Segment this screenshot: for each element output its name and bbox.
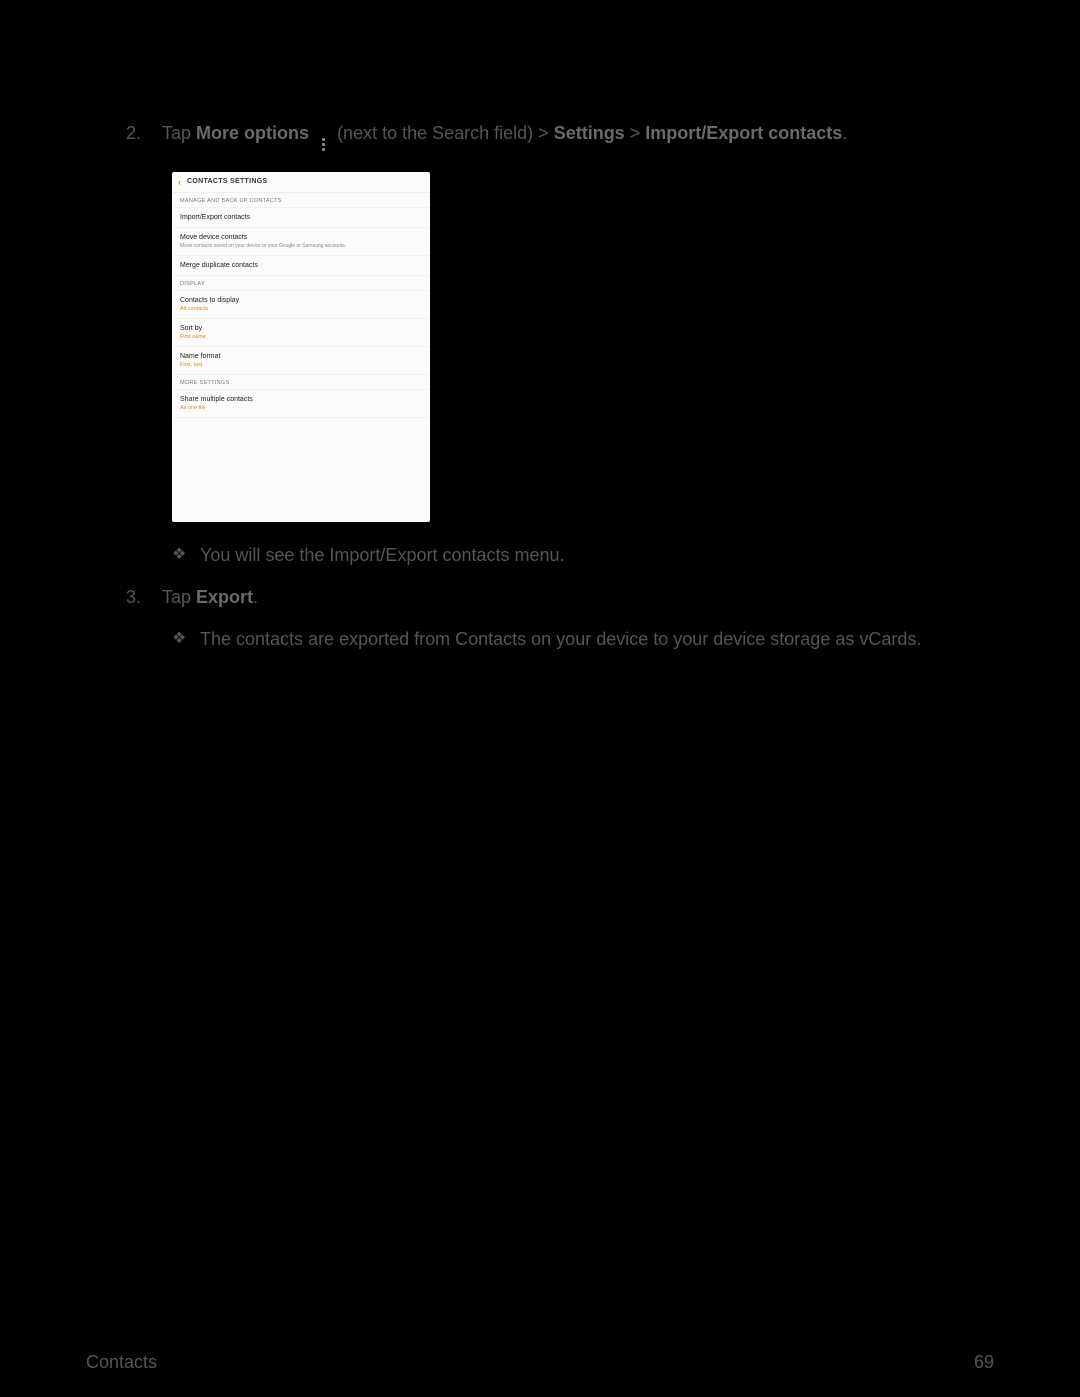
note-1-text: You will see the Import/Export contacts … [200, 542, 990, 568]
footer-page-number: 69 [974, 1352, 994, 1373]
item-merge-dup: Merge duplicate contacts [172, 256, 430, 276]
item-sort-by-val: First name [180, 334, 422, 340]
note-2: ❖ The contacts are exported from Contact… [0, 626, 1080, 652]
item-share-multiple: Share multiple contacts As one file [172, 390, 430, 418]
step-3-bold: Export [196, 587, 253, 607]
item-share-multiple-val: As one file [180, 405, 422, 411]
step-2-bold2: Settings [554, 123, 625, 143]
note-1: ❖ You will see the Import/Export contact… [0, 542, 1080, 568]
item-sort-by: Sort by First name [172, 319, 430, 347]
item-contacts-display-label: Contacts to display [180, 297, 422, 304]
more-options-icon [316, 136, 330, 154]
step-3-pre: Tap [162, 587, 196, 607]
step-2-bold1: More options [196, 123, 309, 143]
item-name-format-val: First, last [180, 362, 422, 368]
step-3-number: 3. [126, 584, 162, 610]
section-more: MORE SETTINGS [172, 375, 430, 390]
item-name-format: Name format First, last [172, 347, 430, 375]
step-2-pre: Tap [162, 123, 196, 143]
step-2-sep: > [625, 123, 646, 143]
page-footer: Contacts 69 [86, 1352, 994, 1373]
step-2: 2. Tap More options (next to the Search … [0, 0, 1080, 154]
item-sort-by-label: Sort by [180, 325, 422, 332]
contacts-settings-screenshot: ‹ CONTACTS SETTINGS MANAGE AND BACK UP C… [172, 172, 430, 522]
item-contacts-display: Contacts to display All contacts [172, 291, 430, 319]
step-2-text: Tap More options (next to the Search fie… [162, 120, 990, 154]
section-display: DISPLAY [172, 276, 430, 291]
step-2-bold3: Import/Export contacts [645, 123, 842, 143]
footer-section: Contacts [86, 1352, 157, 1373]
item-move-device: Move device contacts Move contacts saved… [172, 228, 430, 256]
step-3: 3. Tap Export. [0, 584, 1080, 610]
step-2-mid: (next to the Search field) > [337, 123, 554, 143]
screenshot-title: CONTACTS SETTINGS [187, 178, 267, 185]
item-share-multiple-label: Share multiple contacts [180, 396, 422, 403]
screenshot-header: ‹ CONTACTS SETTINGS [172, 172, 430, 193]
item-import-export: Import/Export contacts [172, 208, 430, 228]
item-contacts-display-val: All contacts [180, 306, 422, 312]
step-2-end: . [842, 123, 847, 143]
bullet-icon: ❖ [172, 626, 200, 652]
step-2-number: 2. [126, 120, 162, 146]
back-icon: ‹ [178, 177, 181, 187]
bullet-icon: ❖ [172, 542, 200, 568]
section-manage: MANAGE AND BACK UP CONTACTS [172, 193, 430, 208]
note-2-text: The contacts are exported from Contacts … [200, 626, 990, 652]
item-import-export-label: Import/Export contacts [180, 214, 422, 221]
item-move-device-label: Move device contacts [180, 234, 422, 241]
item-move-device-sub: Move contacts saved on your device to yo… [180, 243, 422, 249]
step-3-text: Tap Export. [162, 584, 990, 610]
step-3-end: . [253, 587, 258, 607]
item-name-format-label: Name format [180, 353, 422, 360]
item-merge-dup-label: Merge duplicate contacts [180, 262, 422, 269]
